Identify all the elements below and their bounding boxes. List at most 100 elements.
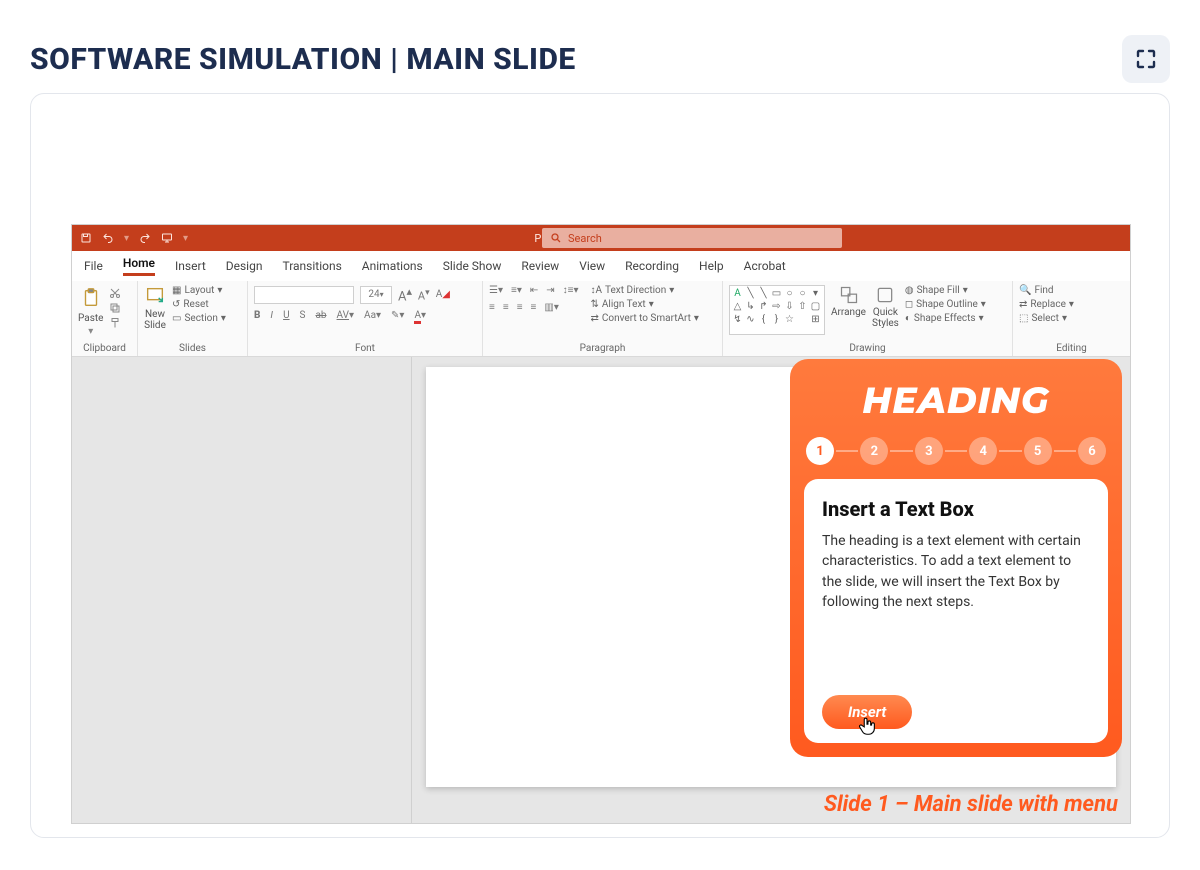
quick-styles-button[interactable]: Quick Styles xyxy=(872,285,899,329)
strike-button[interactable]: ab xyxy=(315,310,326,321)
tutorial-overlay: HEADING 1 2 3 4 5 6 xyxy=(790,359,1122,757)
insert-button[interactable]: Insert xyxy=(822,695,912,729)
font-group-label: Font xyxy=(254,342,476,356)
case-button[interactable]: Aa▾ xyxy=(364,310,381,321)
step-1[interactable]: 1 xyxy=(806,437,834,465)
slideshow-icon[interactable] xyxy=(161,232,173,244)
editing-group-label: Editing xyxy=(1019,342,1124,356)
menu-slideshow[interactable]: Slide Show xyxy=(443,259,502,273)
increase-indent-icon[interactable]: ⇥ xyxy=(546,285,554,296)
qat-more[interactable]: ▾ xyxy=(183,233,188,244)
new-slide-label: New Slide xyxy=(144,309,166,331)
font-color-button[interactable]: A▾ xyxy=(414,310,426,321)
slide-thumbnails-pane[interactable] xyxy=(72,357,412,823)
overlay-card-body: The heading is a text element with certa… xyxy=(822,531,1090,612)
expand-button[interactable] xyxy=(1122,35,1170,83)
undo-icon[interactable] xyxy=(102,232,114,244)
section-icon: ▭ xyxy=(172,313,181,324)
step-3[interactable]: 3 xyxy=(915,437,943,465)
decrease-font-icon[interactable]: A▾ xyxy=(418,287,430,303)
underline-button[interactable]: U xyxy=(283,310,289,321)
italic-button[interactable]: I xyxy=(270,310,273,321)
shape-fill-button[interactable]: ◍Shape Fill▾ xyxy=(905,285,986,296)
bold-button[interactable]: B xyxy=(254,310,260,321)
numbering-icon[interactable]: ≡▾ xyxy=(511,285,522,296)
text-direction-button[interactable]: ↕AText Direction▾ xyxy=(590,285,698,296)
save-icon[interactable] xyxy=(80,232,92,244)
find-icon: 🔍 xyxy=(1019,285,1031,296)
search-box[interactable]: Search xyxy=(542,228,842,248)
section-button[interactable]: ▭Section▾ xyxy=(172,313,226,324)
align-right-icon[interactable]: ≡ xyxy=(517,302,523,313)
reset-icon: ↺ xyxy=(172,299,180,310)
increase-font-icon[interactable]: A▴ xyxy=(398,285,412,304)
simulation-card: ▾ ▾ Presentation1 - PowerPoint Search Fi… xyxy=(30,93,1170,838)
align-left-icon[interactable]: ≡ xyxy=(489,302,495,313)
copy-icon[interactable] xyxy=(109,302,121,314)
cut-icon[interactable] xyxy=(109,287,121,299)
menu-recording[interactable]: Recording xyxy=(625,259,679,273)
justify-icon[interactable]: ≡ xyxy=(531,302,537,313)
step-6[interactable]: 6 xyxy=(1078,437,1106,465)
step-5[interactable]: 5 xyxy=(1024,437,1052,465)
shapes-gallery[interactable]: A╲╲▭○○▾ △↳↱⇨⇩⇧▢ ↯∿{}☆⊞ xyxy=(729,285,825,335)
decrease-indent-icon[interactable]: ⇤ xyxy=(530,285,538,296)
quick-styles-label: Quick Styles xyxy=(872,307,899,329)
new-slide-button[interactable]: New Slide xyxy=(144,285,166,331)
step-2[interactable]: 2 xyxy=(860,437,888,465)
paste-label: Paste xyxy=(78,313,103,324)
shadow-button[interactable]: S xyxy=(300,310,306,321)
layout-button[interactable]: ▦Layout▾ xyxy=(172,285,226,296)
columns-icon[interactable]: ▥▾ xyxy=(544,302,558,313)
format-painter-icon[interactable] xyxy=(109,317,121,329)
reset-button[interactable]: ↺Reset xyxy=(172,299,226,310)
select-button[interactable]: ⬚Select▾ xyxy=(1019,313,1074,324)
paste-button[interactable]: Paste ▾ xyxy=(78,285,103,337)
menu-acrobat[interactable]: Acrobat xyxy=(744,259,786,273)
line-spacing-icon[interactable]: ↕≡▾ xyxy=(563,285,579,296)
arrange-button[interactable]: Arrange xyxy=(831,285,866,318)
shape-effects-button[interactable]: ◐Shape Effects▾ xyxy=(905,313,986,324)
menu-animations[interactable]: Animations xyxy=(362,259,423,273)
align-center-icon[interactable]: ≡ xyxy=(503,302,509,313)
bullets-icon[interactable]: ☰▾ xyxy=(489,285,503,296)
spacing-button[interactable]: AV▾ xyxy=(337,310,355,321)
overlay-card-title: Insert a Text Box xyxy=(822,497,1090,521)
menu-review[interactable]: Review xyxy=(521,259,559,273)
find-button[interactable]: 🔍Find xyxy=(1019,285,1074,296)
clear-format-icon[interactable]: A◢ xyxy=(436,289,450,300)
menu-help[interactable]: Help xyxy=(699,259,724,273)
search-placeholder: Search xyxy=(568,232,602,245)
slide-canvas-area: HEADING 1 2 3 4 5 6 xyxy=(412,357,1130,823)
replace-button[interactable]: ⇄Replace▾ xyxy=(1019,299,1074,310)
step-indicator: 1 2 3 4 5 6 xyxy=(804,437,1108,465)
font-size-select[interactable]: 24▾ xyxy=(360,286,392,304)
qat-sep: ▾ xyxy=(124,233,129,244)
convert-smartart-button[interactable]: ⇄Convert to SmartArt▾ xyxy=(590,313,698,324)
shape-outline-button[interactable]: ◻Shape Outline▾ xyxy=(905,299,986,310)
arrange-label: Arrange xyxy=(831,307,866,318)
text-direction-icon: ↕A xyxy=(590,285,602,296)
menu-design[interactable]: Design xyxy=(226,259,263,273)
slides-group-label: Slides xyxy=(144,342,241,356)
menu-view[interactable]: View xyxy=(579,259,605,273)
powerpoint-window: ▾ ▾ Presentation1 - PowerPoint Search Fi… xyxy=(71,224,1131,824)
font-family-select[interactable] xyxy=(254,286,354,304)
quick-styles-icon xyxy=(875,285,895,305)
slide-caption: Slide 1 – Main slide with menu xyxy=(824,792,1118,817)
fill-icon: ◍ xyxy=(905,285,914,296)
ribbon-group-drawing: A╲╲▭○○▾ △↳↱⇨⇩⇧▢ ↯∿{}☆⊞ Arrange Quick Sty… xyxy=(723,281,1013,356)
drawing-group-label: Drawing xyxy=(729,342,1006,356)
ribbon-group-clipboard: Paste ▾ Clipboard xyxy=(72,281,138,356)
align-text-button[interactable]: ⇅Align Text▾ xyxy=(590,299,698,310)
menu-insert[interactable]: Insert xyxy=(175,259,206,273)
menu-transitions[interactable]: Transitions xyxy=(282,259,341,273)
menu-file[interactable]: File xyxy=(84,259,103,273)
ribbon: Paste ▾ Clipboard xyxy=(72,281,1130,357)
paragraph-group-label: Paragraph xyxy=(489,342,716,356)
redo-icon[interactable] xyxy=(139,232,151,244)
highlight-button[interactable]: ✎▾ xyxy=(391,310,404,321)
menu-home[interactable]: Home xyxy=(123,256,155,276)
step-4[interactable]: 4 xyxy=(969,437,997,465)
new-slide-icon xyxy=(144,285,166,307)
